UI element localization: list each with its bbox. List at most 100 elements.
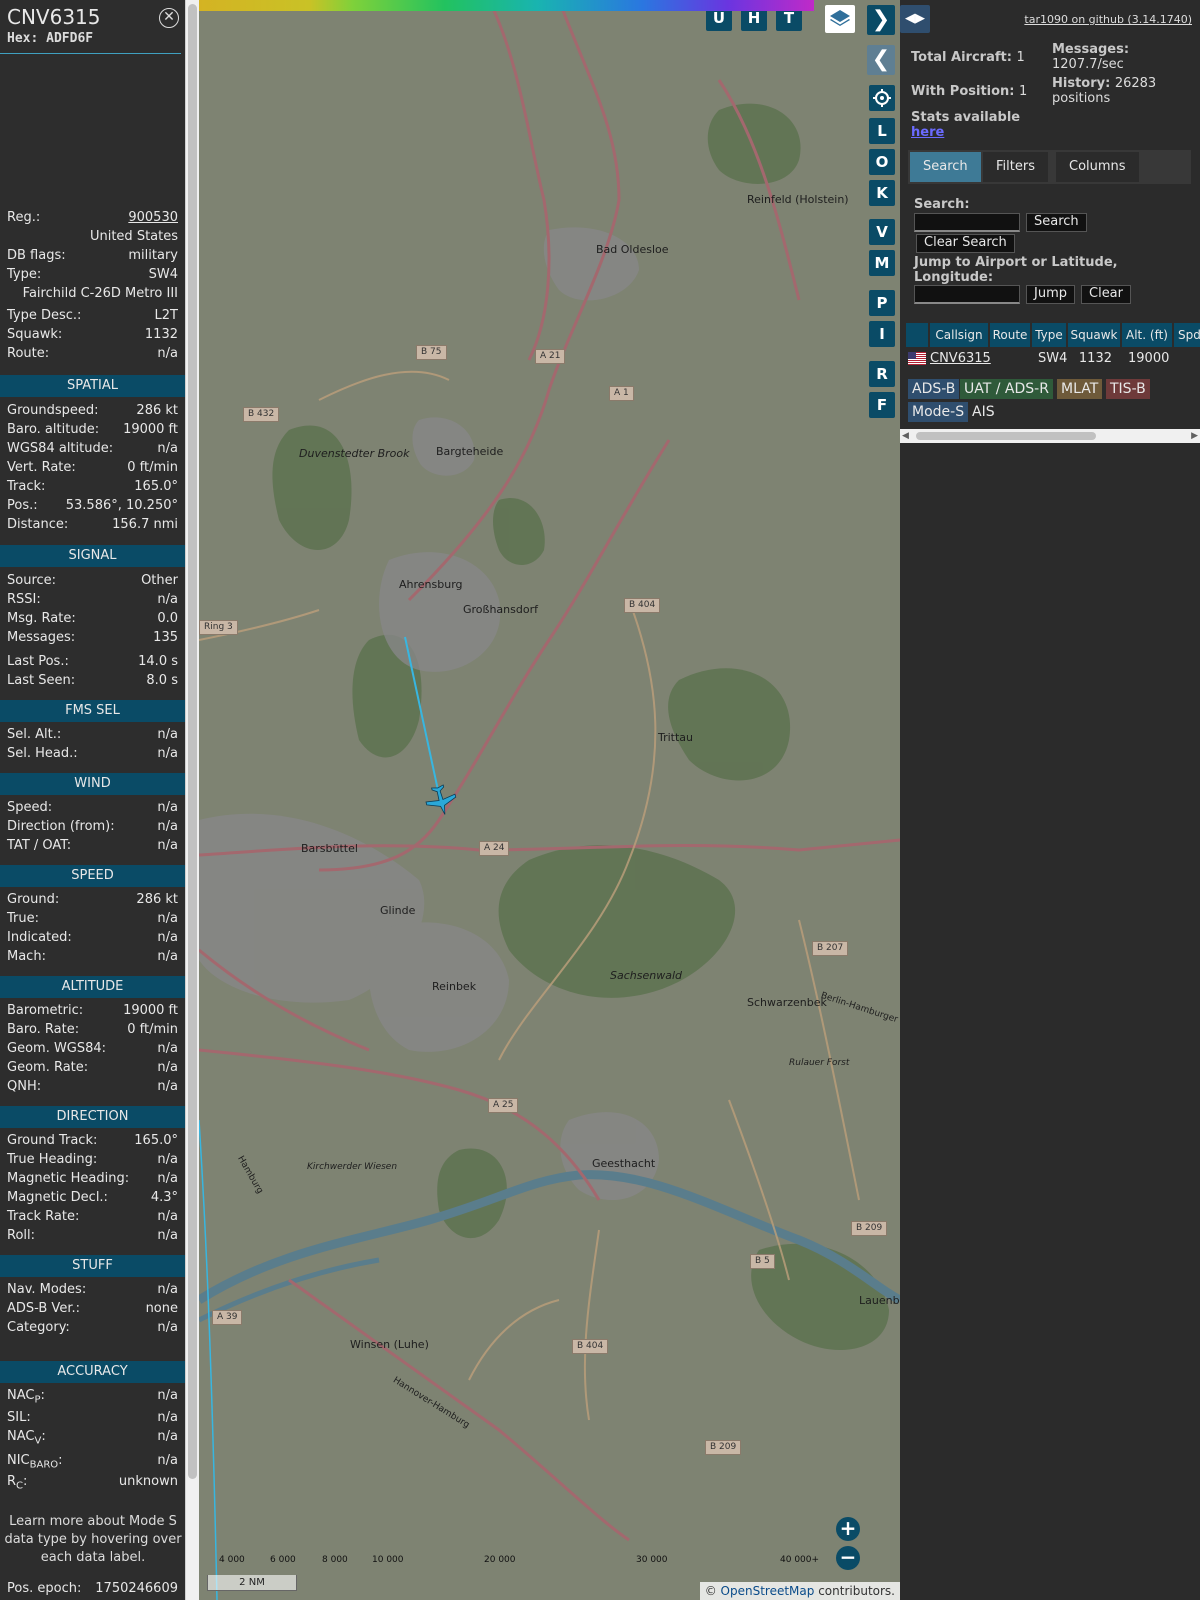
detail-value: n/a xyxy=(157,746,178,761)
zoom-out-button[interactable]: − xyxy=(836,1546,860,1570)
aircraft-marker-icon[interactable] xyxy=(421,780,461,820)
close-icon[interactable]: ✕ xyxy=(159,8,179,28)
expand-right-button[interactable]: ❯ xyxy=(867,5,895,35)
toggle-l-button[interactable]: L xyxy=(869,118,895,144)
detail-value: n/a xyxy=(157,1060,178,1075)
label-subscript: BARO xyxy=(29,1459,59,1471)
layers-button[interactable] xyxy=(825,5,855,33)
clear-search-button[interactable]: Clear Search xyxy=(916,234,1015,253)
detail-value: none xyxy=(145,1301,178,1316)
map-view[interactable]: Barker Heide Reinfeld (Holstein) Bad Old… xyxy=(199,0,900,1600)
detail-value: n/a xyxy=(157,346,178,361)
column-header-speed[interactable]: Spd xyxy=(1174,323,1200,347)
column-header-route[interactable]: Route xyxy=(990,323,1030,347)
pos-epoch-label: Pos. epoch: xyxy=(7,1581,82,1596)
tab-columns[interactable]: Columns xyxy=(1056,152,1139,182)
search-input[interactable] xyxy=(914,213,1020,232)
label-subscript: C xyxy=(16,1480,24,1492)
detail-value: n/a xyxy=(157,1282,178,1297)
toggle-m-button[interactable]: M xyxy=(869,250,895,276)
toggle-f-button[interactable]: F xyxy=(869,392,895,418)
detail-label: Category: xyxy=(7,1320,70,1335)
with-pos-value: 1 xyxy=(1019,84,1028,99)
left-panel-scrollbar[interactable] xyxy=(185,0,199,1600)
toggle-o-button[interactable]: O xyxy=(869,149,895,175)
detail-row: Nav. Modes: n/a xyxy=(7,1282,178,1300)
detail-row: Source: Other xyxy=(7,573,178,591)
label-main: NIC xyxy=(7,1453,30,1468)
history-stat: History: 26283 positions xyxy=(1052,76,1192,106)
toggle-sidebar-width-button[interactable]: ◀▶ xyxy=(900,5,930,33)
column-header-altitude[interactable]: Alt. (ft) xyxy=(1122,323,1172,347)
toggle-r-button[interactable]: R xyxy=(869,361,895,387)
detail-row: Sel. Head.: n/a xyxy=(7,746,178,764)
column-header-flag[interactable] xyxy=(906,323,928,347)
detail-label: TAT / OAT: xyxy=(7,838,72,853)
road-shield: B 5 xyxy=(750,1254,775,1269)
toggle-v-button[interactable]: V xyxy=(869,219,895,245)
detail-row: RC: unknown xyxy=(7,1474,178,1492)
jump-input[interactable] xyxy=(914,285,1020,304)
detail-value: 19000 ft xyxy=(123,1003,178,1018)
toggle-p-button[interactable]: P xyxy=(869,290,895,316)
column-header-type[interactable]: Type xyxy=(1032,323,1066,347)
scroll-left-icon[interactable]: ◀ xyxy=(902,429,909,443)
detail-row: Category: n/a xyxy=(7,1320,178,1338)
detail-row: Baro. Rate: 0 ft/min xyxy=(7,1022,178,1040)
detail-row: Last Seen: 8.0 s xyxy=(7,673,178,691)
detail-value: 53.586°, 10.250° xyxy=(65,498,178,513)
detail-label: Barometric: xyxy=(7,1003,84,1018)
tab-filters[interactable]: Filters xyxy=(983,152,1048,182)
collapse-left-button[interactable]: ❮ xyxy=(867,45,895,75)
openstreetmap-link[interactable]: OpenStreetMap xyxy=(721,1584,815,1598)
stats-link[interactable]: here xyxy=(911,125,944,140)
tab-search[interactable]: Search xyxy=(910,152,981,182)
place-label: Sachsenwald xyxy=(610,969,682,982)
chevron-right-icon: ❯ xyxy=(871,7,891,32)
road-shield: B 404 xyxy=(572,1339,609,1354)
github-link[interactable]: tar1090 on github (3.14.1740) xyxy=(1024,13,1192,26)
road-shield: B 432 xyxy=(243,407,280,422)
toggle-i-button[interactable]: I xyxy=(869,321,895,347)
row-callsign-link[interactable]: CNV6315 xyxy=(930,350,991,368)
detail-label: Last Pos.: xyxy=(7,654,69,669)
scale-bar: 2 NM xyxy=(207,1575,297,1591)
detail-value: n/a xyxy=(157,911,178,926)
detail-value: n/a xyxy=(157,1209,178,1224)
detail-value: SW4 xyxy=(148,267,178,282)
detail-label: Sel. Head.: xyxy=(7,746,78,761)
colorbar-label: 8 000 xyxy=(322,1555,348,1565)
detail-row: Baro. altitude: 19000 ft xyxy=(7,422,178,440)
detail-label: Indicated: xyxy=(7,930,72,945)
scrollbar-thumb[interactable] xyxy=(916,432,1096,440)
detail-value: n/a xyxy=(157,1320,178,1335)
scroll-right-icon[interactable]: ▶ xyxy=(1191,429,1198,443)
detail-value: n/a xyxy=(157,1388,178,1403)
jump-button[interactable]: Jump xyxy=(1026,285,1075,304)
toggle-k-button[interactable]: K xyxy=(869,180,895,206)
registration-link[interactable]: 900530 xyxy=(128,210,178,225)
column-header-squawk[interactable]: Squawk xyxy=(1068,323,1120,347)
detail-value: n/a xyxy=(157,1228,178,1243)
settings-button[interactable] xyxy=(869,85,895,111)
road-shield: B 207 xyxy=(812,941,849,956)
road-shield: B 209 xyxy=(851,1221,888,1236)
detail-value: unknown xyxy=(118,1474,178,1489)
table-horizontal-scrollbar[interactable]: ◀ ▶ xyxy=(900,429,1200,443)
scrollbar-thumb[interactable] xyxy=(188,4,197,1479)
search-button[interactable]: Search xyxy=(1026,213,1087,232)
column-header-callsign[interactable]: Callsign xyxy=(930,323,988,347)
section-header-signal: SIGNAL xyxy=(0,545,185,567)
zoom-in-button[interactable]: + xyxy=(836,1517,860,1541)
legend-mode-s: Mode-S xyxy=(908,402,969,422)
road-shield: B 404 xyxy=(624,598,661,613)
legend-ais: AIS xyxy=(972,404,995,420)
road-shield: A 1 xyxy=(609,386,634,401)
detail-row: Ground: 286 kt xyxy=(7,892,178,910)
colorbar-label: 30 000 xyxy=(636,1555,668,1565)
place-label: Glinde xyxy=(380,904,416,917)
clear-button[interactable]: Clear xyxy=(1081,285,1131,304)
colorbar-label: 40 000+ xyxy=(780,1555,820,1565)
detail-row: Groundspeed: 286 kt xyxy=(7,403,178,421)
road-shield: A 39 xyxy=(212,1310,243,1325)
